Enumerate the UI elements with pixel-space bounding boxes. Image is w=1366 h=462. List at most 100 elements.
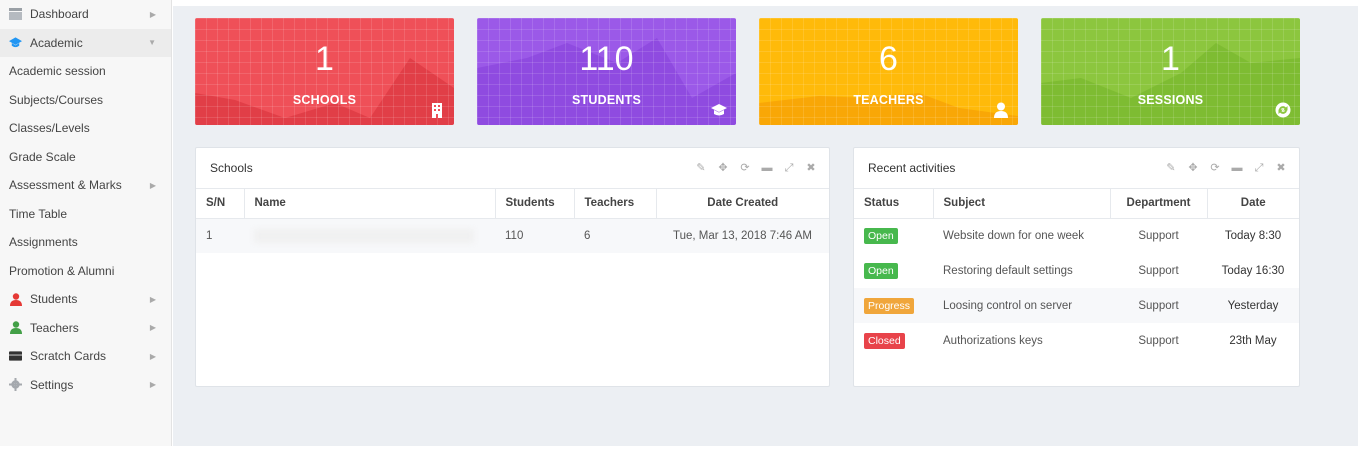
column-header[interactable]: Students [494, 189, 574, 219]
sidebar-item-grade-scale[interactable]: Grade Scale [0, 143, 171, 172]
stat-card-schools[interactable]: 1 SCHOOLS [195, 18, 454, 125]
cell-subject: Loosing control on server [933, 288, 1110, 323]
activities-table: Status Subject Department Date Open Webs… [854, 189, 1299, 358]
status-badge: Progress [864, 297, 915, 314]
cell-subject: Restoring default settings [943, 264, 1073, 277]
cell-department: Support [1138, 229, 1179, 242]
column-header[interactable]: Subject [932, 189, 1110, 219]
chevron-down-icon: ▼ [148, 38, 156, 48]
panel-tools: ✎ ✥ ⟳ ▬ ⤢ ✖ [1165, 162, 1287, 174]
sidebar-item-time-table[interactable]: Time Table [0, 200, 171, 229]
sidebar-item-academic-session[interactable]: Academic session [0, 57, 171, 86]
refresh-icon[interactable]: ⟳ [739, 162, 751, 174]
sidebar-item-students[interactable]: Students ▶ [0, 285, 171, 314]
sidebar-item-label: Time Table [9, 206, 68, 221]
refresh-icon [1275, 102, 1291, 118]
move-icon[interactable]: ✥ [1187, 162, 1199, 174]
stat-card-sessions[interactable]: 1 SESSIONS [1041, 18, 1300, 125]
stat-value: 6 [879, 40, 898, 78]
card-icon [9, 350, 22, 363]
cell-students: 110 [495, 218, 574, 253]
gear-icon [9, 378, 22, 392]
sidebar-item-assignments[interactable]: Assignments [0, 228, 171, 257]
table-row[interactable]: Closed Authorizations keys Support 23th … [854, 323, 1299, 358]
status-badge: Open [864, 262, 898, 279]
stat-card-students[interactable]: 110 STUDENTS [477, 18, 736, 125]
cell-date: Yesterday [1207, 288, 1299, 323]
graduation-cap-icon [711, 104, 727, 116]
top-strip [173, 0, 1358, 6]
user-icon [9, 293, 22, 306]
pencil-icon[interactable]: ✎ [1165, 162, 1177, 174]
cell-department: Support [1138, 264, 1179, 277]
schools-table: S/N Name Students Teachers Date Created … [196, 189, 829, 253]
stat-card-teachers[interactable]: 6 TEACHERS [759, 18, 1018, 125]
user-icon [994, 102, 1008, 118]
cell-sn: 1 [196, 218, 244, 253]
cell-subject: Authorizations keys [943, 334, 1043, 347]
sidebar-item-subjects-courses[interactable]: Subjects/Courses [0, 86, 171, 115]
user-icon [9, 321, 22, 335]
cell-date: 23th May [1229, 334, 1277, 347]
sidebar-item-promotion-alumni[interactable]: Promotion & Alumni [0, 257, 171, 286]
cell-teachers: 6 [574, 218, 656, 253]
table-row[interactable]: 1 110 6 Tue, Mar 13, 2018 7:46 AM [196, 218, 829, 253]
dashboard-icon [9, 8, 22, 21]
sidebar-item-label: Assignments [9, 235, 78, 250]
chevron-right-icon: ▶ [149, 380, 156, 390]
sidebar-item-label: Assessment & Marks [9, 178, 122, 193]
table-row[interactable]: Open Website down for one week Support T… [854, 218, 1299, 253]
stat-label: SESSIONS [1137, 93, 1204, 107]
expand-icon[interactable]: ⤢ [783, 162, 795, 174]
sidebar-item-teachers[interactable]: Teachers ▶ [0, 314, 171, 343]
minus-icon[interactable]: ▬ [1231, 162, 1243, 174]
column-header[interactable]: Name [243, 189, 495, 219]
column-header[interactable]: Date Created [655, 189, 829, 219]
table-row[interactable]: Progress Loosing control on server Suppo… [854, 288, 1299, 323]
cell-name [244, 218, 495, 253]
sidebar-item-classes-levels[interactable]: Classes/Levels [0, 114, 171, 143]
expand-icon[interactable]: ⤢ [1253, 162, 1265, 174]
stat-label: STUDENTS [572, 93, 641, 107]
close-icon[interactable]: ✖ [1275, 162, 1287, 174]
recent-activities-panel: Recent activities ✎ ✥ ⟳ ▬ ⤢ ✖ Status Sub… [853, 147, 1300, 387]
sidebar-item-label: Dashboard [30, 7, 89, 22]
stat-value: 1 [1161, 40, 1180, 78]
sidebar-item-label: Promotion & Alumni [9, 263, 115, 278]
column-header[interactable]: Department [1109, 189, 1207, 219]
stat-label: TEACHERS [853, 93, 924, 107]
cell-date: Tue, Mar 13, 2018 7:46 AM [656, 218, 829, 253]
column-header[interactable]: S/N [196, 189, 244, 219]
pencil-icon[interactable]: ✎ [695, 162, 707, 174]
chevron-right-icon: ▶ [149, 351, 156, 361]
sidebar-item-academic[interactable]: Academic ▼ [0, 28, 171, 57]
cell-date: Today 16:30 [1221, 264, 1285, 277]
panel-header: Schools ✎ ✥ ⟳ ▬ ⤢ ✖ [196, 148, 829, 189]
column-header[interactable]: Status [854, 189, 933, 219]
close-icon[interactable]: ✖ [805, 162, 817, 174]
sidebar-item-settings[interactable]: Settings ▶ [0, 371, 171, 400]
panel-title: Recent activities [868, 161, 956, 175]
graduation-cap-icon [9, 36, 22, 49]
cell-status: Progress [854, 288, 933, 323]
cell-department: Support [1110, 288, 1207, 323]
cell-status: Closed [854, 323, 933, 358]
move-icon[interactable]: ✥ [717, 162, 729, 174]
building-icon [432, 103, 442, 118]
minus-icon[interactable]: ▬ [761, 162, 773, 174]
sidebar-item-label: Teachers [30, 320, 79, 335]
sidebar-item-dashboard[interactable]: Dashboard ▶ [0, 0, 171, 29]
status-badge: Closed [864, 332, 905, 349]
sidebar-item-assessment-marks[interactable]: Assessment & Marks ▶ [0, 171, 171, 200]
cell-subject: Website down for one week [943, 229, 1085, 242]
refresh-icon[interactable]: ⟳ [1209, 162, 1221, 174]
column-header[interactable]: Date [1206, 189, 1299, 219]
table-row[interactable]: Open Restoring default settings Support … [854, 253, 1299, 288]
sidebar-item-label: Scratch Cards [30, 349, 107, 364]
sidebar-item-scratch-cards[interactable]: Scratch Cards ▶ [0, 342, 171, 371]
sidebar-item-label: Academic [30, 35, 83, 50]
sidebar-item-label: Subjects/Courses [9, 92, 104, 107]
panel-title: Schools [210, 161, 253, 175]
sidebar-item-label: Academic session [9, 64, 106, 79]
column-header[interactable]: Teachers [573, 189, 656, 219]
